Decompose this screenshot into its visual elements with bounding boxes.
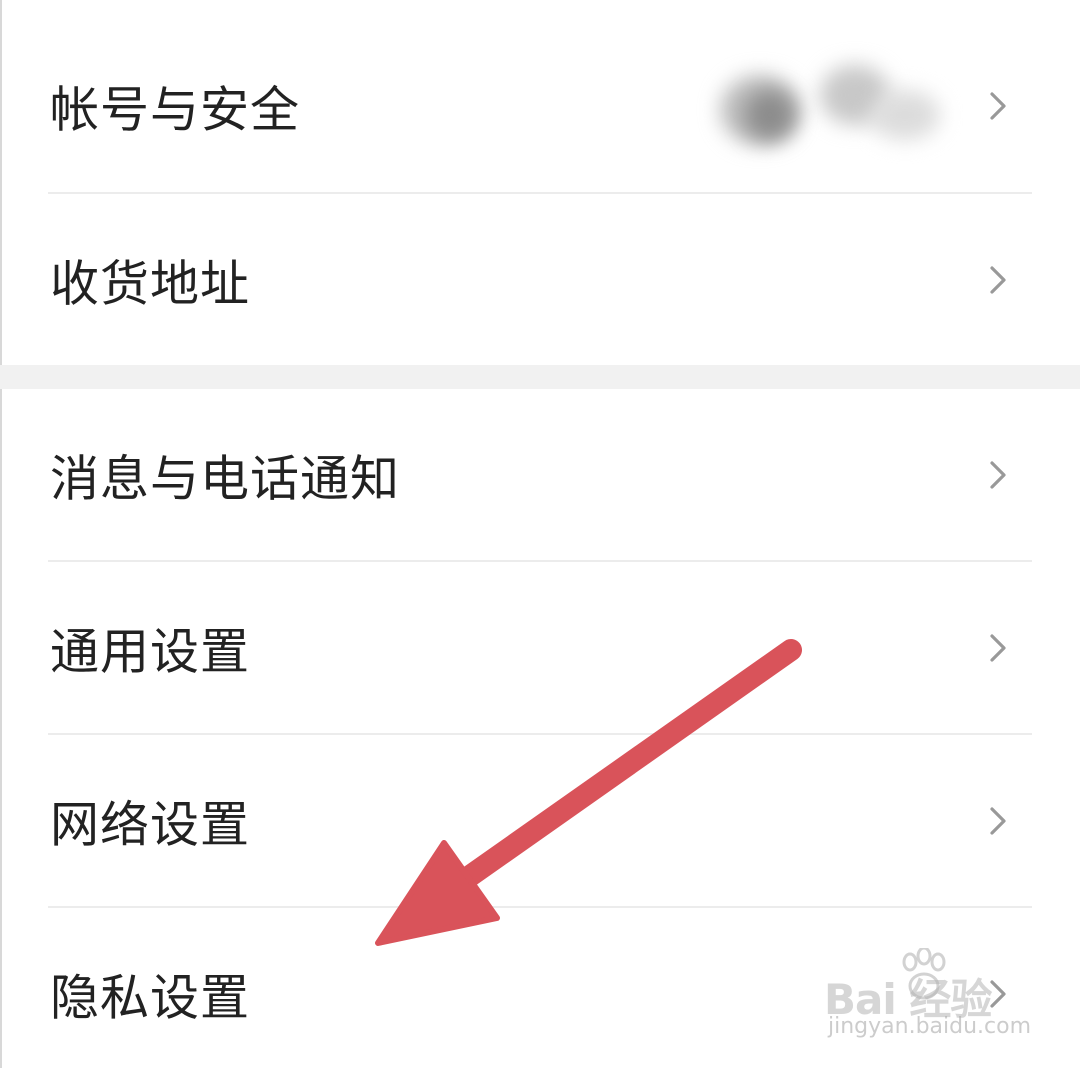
baidu-jingyan-watermark: Bai 经验 jingyan.baidu.com [824,948,1054,1048]
watermark-url: jingyan.baidu.com [828,1014,1032,1039]
annotation-arrow-icon [375,639,802,946]
